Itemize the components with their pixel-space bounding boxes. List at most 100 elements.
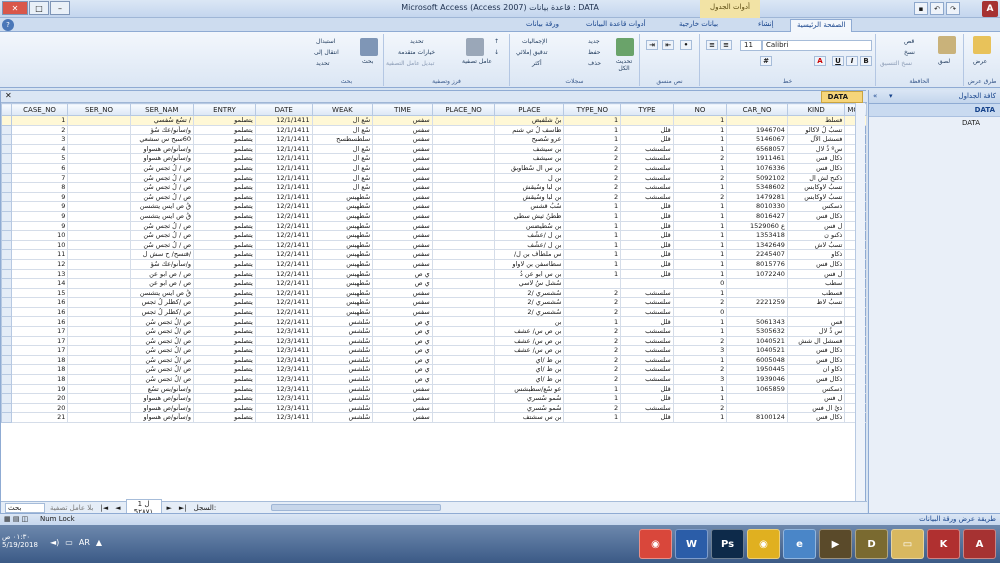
cell-date[interactable]: 12/2/1411 — [254, 297, 313, 308]
cell-type[interactable]: سلسشب — [620, 364, 674, 376]
cell-ser-nam[interactable]: ص /لُ ثجس سُن — [129, 326, 195, 337]
cell-no[interactable]: 1 — [672, 249, 728, 260]
cell-type[interactable]: سلسشب — [620, 162, 674, 174]
cell-entry[interactable]: يتصلمو — [193, 249, 256, 260]
cell-type[interactable]: سلسشب — [620, 297, 674, 308]
vertical-scrollbar[interactable] — [855, 103, 865, 501]
cell-ser-nam[interactable]: و/سأنو/ص هسواو — [129, 153, 195, 164]
cell-place-no[interactable] — [431, 306, 496, 318]
column-header-time[interactable]: TIME — [372, 103, 433, 116]
table-row[interactable]: 16 ص /كظلر لُ ثجس يتصلمو 12/2/1411 سُطهبس سفس… — [1, 297, 867, 308]
table-row[interactable]: 10 ص / لُ ثجس سُن يتصلمو 12/2/1411 سُطهبس سفس… — [1, 239, 867, 251]
cell-car-no[interactable] — [726, 287, 788, 299]
toggle-filter-button[interactable]: تبديل عامل التصفية — [386, 60, 434, 67]
column-header-weak[interactable]: WEAK — [311, 103, 374, 116]
cell-type[interactable]: قلل — [620, 134, 674, 145]
table-row[interactable]: 11/قتسح/ ح سش ل يتصلمو 12/2/1411 سُطهبس سفس س… — [1, 249, 867, 260]
align-center-icon[interactable]: ≡ — [720, 40, 732, 50]
cell-type[interactable]: قلل — [620, 239, 674, 251]
cell-date[interactable]: 12/2/1411 — [254, 316, 313, 328]
cell-entry[interactable]: يتصلمو — [193, 402, 256, 414]
table-row[interactable]: 9 ص / لُ ثجس سُن يتصلمو 12/1/1411 سُطهبس سفس ب… — [1, 191, 867, 203]
cell-place[interactable]: بن س ابو عن دُ — [494, 268, 565, 280]
cell-type[interactable]: قلل — [620, 124, 674, 136]
row-selector[interactable] — [1, 335, 12, 347]
cell-weak[interactable]: سُلشس — [311, 383, 374, 395]
cell-car-no[interactable]: 5061343 — [726, 316, 788, 328]
column-header-date[interactable]: DATE — [254, 103, 313, 116]
cell-date[interactable]: 12/1/1411 — [254, 172, 313, 184]
cell-place-no[interactable] — [431, 134, 496, 145]
cell-time[interactable]: ي ص — [372, 326, 433, 337]
cell-time[interactable]: سفس — [372, 182, 433, 193]
cell-date[interactable]: 12/3/1411 — [254, 354, 313, 366]
cell-no[interactable]: 1 — [672, 316, 728, 328]
table-row[interactable]: 12 و/سأنو/عك سُؤ يتصلمو 12/2/1411 سُطهبس سفس س… — [1, 258, 867, 270]
column-header-type[interactable]: TYPE — [620, 103, 674, 116]
underline-button[interactable]: U — [832, 56, 844, 66]
font-color-button[interactable]: A — [814, 56, 826, 66]
cell-type-no[interactable]: 2 — [563, 364, 622, 376]
cell-kind[interactable]: ل فس — [786, 393, 846, 404]
table-row[interactable]: 10 ص / لُ ثجس سُن يتصلمو 12/2/1411 سُطهبس سفس… — [1, 230, 867, 241]
cell-ser-no[interactable] — [67, 374, 131, 385]
datasheet-grid[interactable]: CASE_NO SER_NO SER_NAM ENTRY DATE WEAK TIME PLA… — [1, 103, 867, 501]
cell-case-no[interactable]: 2 — [10, 124, 69, 136]
cell-place-no[interactable] — [431, 326, 496, 337]
cell-type-no[interactable]: 1 — [563, 249, 622, 260]
cell-type-no[interactable]: 1 — [563, 210, 622, 222]
cell-date[interactable]: 12/2/1411 — [254, 201, 313, 212]
cell-ser-nam[interactable]: و/سأنو/بس تسُع — [129, 383, 195, 395]
view-switch-icons[interactable]: ▦ ▤ ◫ — [4, 515, 28, 523]
table-row[interactable]: 16 ص /لُ ثجس سُن يتصلمو 12/2/1411 سُلشس ي ص بن… — [1, 316, 867, 328]
align-right-icon[interactable]: ≡ — [706, 40, 718, 50]
cell-place[interactable]: عو سُع/سطبشس — [494, 383, 565, 395]
cell-case-no[interactable]: 17 — [10, 326, 69, 337]
cell-date[interactable]: 12/3/1411 — [254, 364, 313, 376]
cell-ser-no[interactable] — [67, 172, 131, 184]
cell-case-no[interactable]: 9 — [10, 210, 69, 222]
cell-ser-no[interactable] — [67, 162, 131, 174]
next-record-icon[interactable]: ► — [165, 504, 174, 512]
cell-place[interactable]: بن ص س/ عشف — [494, 345, 565, 356]
save-icon[interactable]: ▪ — [914, 2, 928, 15]
filter-status[interactable]: بلا عامل تصفية — [48, 504, 95, 512]
cell-no[interactable]: 2 — [672, 172, 728, 184]
network-icon[interactable]: ▭ — [65, 538, 73, 547]
cell-type[interactable]: سلسشب — [620, 345, 674, 356]
row-selector[interactable] — [1, 402, 12, 414]
cell-ser-nam[interactable]: ص / لُ ثجس سُن — [129, 239, 195, 251]
cell-case-no[interactable]: 4 — [10, 143, 69, 155]
cell-type-no[interactable]: 2 — [563, 191, 622, 203]
cell-entry[interactable]: يتصلمو — [193, 258, 256, 270]
cell-ser-no[interactable] — [67, 354, 131, 366]
dos-app-icon[interactable]: D — [855, 529, 888, 559]
cell-car-no[interactable] — [726, 278, 788, 289]
table-row[interactable]: 17 ص /لُ ثجس سُن يتصلمو 12/3/1411 سُلشس ي ص بن… — [1, 335, 867, 347]
cell-place-no[interactable] — [431, 287, 496, 299]
cell-weak[interactable]: سُطهبس — [311, 239, 374, 251]
row-selector[interactable] — [1, 268, 12, 280]
cell-weak[interactable]: سُطهبس — [311, 297, 374, 308]
cell-place-no[interactable] — [431, 258, 496, 270]
cell-car-no[interactable]: 8016427 — [726, 210, 788, 222]
cell-time[interactable]: سفس — [372, 393, 433, 404]
cell-weak[interactable]: سُع ال — [311, 162, 374, 174]
cell-type-no[interactable]: 2 — [563, 297, 622, 308]
nav-dropdown-icon[interactable]: ▾ — [889, 92, 893, 100]
cell-no[interactable]: 1 — [672, 287, 728, 299]
cell-car-no[interactable]: 1529060 ع — [726, 220, 788, 232]
cell-ser-no[interactable] — [67, 143, 131, 155]
cell-place-no[interactable] — [431, 249, 496, 260]
cell-place-no[interactable] — [431, 201, 496, 212]
cell-ser-nam[interactable]: ص /لُ ثجس سُن — [129, 345, 195, 356]
table-row[interactable]: 21 و/سأنو/ص هسواو يتصلمو 12/3/1411 سُلشس سفس ب… — [1, 412, 867, 423]
chrome-app-icon[interactable]: ◉ — [639, 529, 672, 559]
cell-place[interactable]: سُشسري /2 — [494, 297, 565, 308]
cell-date[interactable]: 12/3/1411 — [254, 393, 313, 404]
table-row[interactable]: 4 و/سأنو/ص هسواو يتصلمو 12/1/1411 سُع ال سفس ب… — [1, 143, 867, 155]
cell-time[interactable]: سفس — [372, 258, 433, 270]
cell-ser-nam[interactable]: و/سأنو/ص هسواو — [129, 393, 195, 404]
row-selector[interactable] — [1, 364, 12, 376]
bullets-icon[interactable]: • — [680, 40, 692, 50]
